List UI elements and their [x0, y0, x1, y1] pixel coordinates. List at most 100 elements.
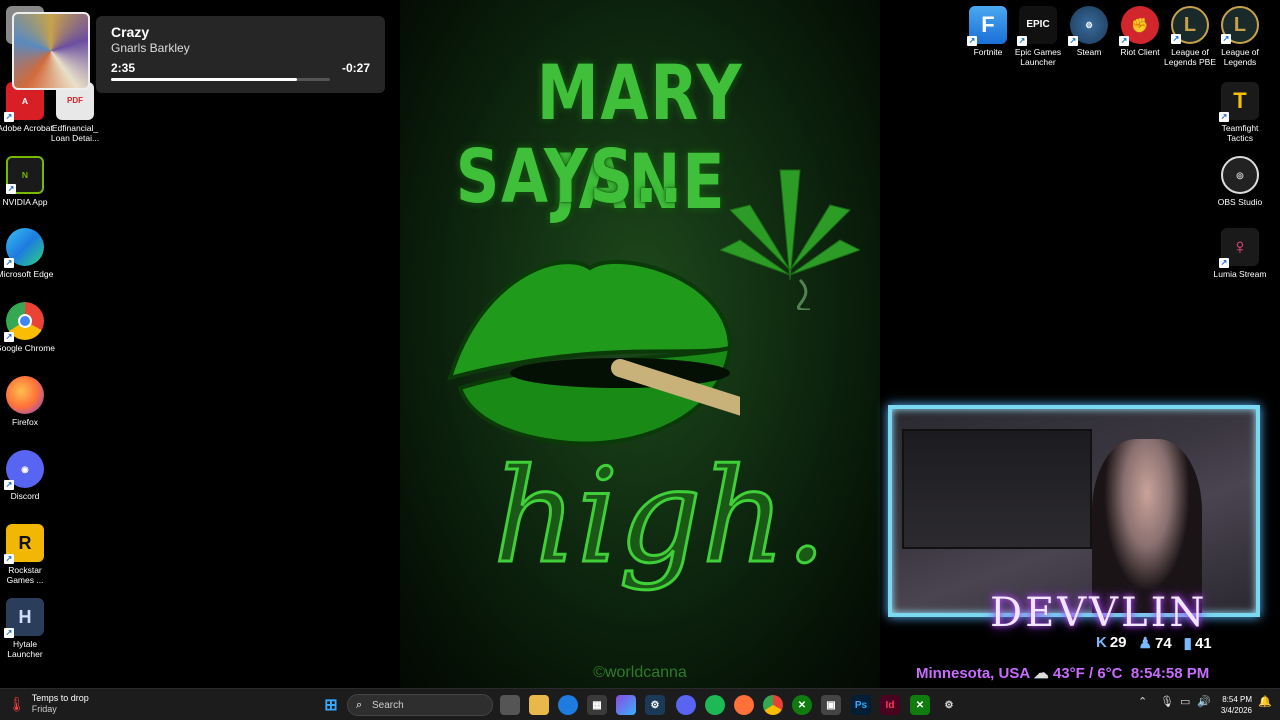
clock-time: 8:54 PM	[1222, 695, 1252, 704]
location-weather-line: Minnesota, USA ☁ 43°F / 6°C 8:54:58 PM	[916, 664, 1209, 682]
fortnite-icon: F ↗	[967, 6, 1007, 46]
wallpaper-script-text: high.	[492, 439, 829, 594]
progress-fill	[111, 78, 298, 81]
volume-icon[interactable]: 🔊	[1197, 695, 1211, 708]
chrome-icon: ↗	[4, 302, 44, 342]
user-icon: ♟	[1138, 635, 1152, 652]
start-button[interactable]: ⊞	[321, 695, 341, 715]
file-explorer-icon[interactable]	[529, 695, 549, 715]
epic-icon: EPIC ↗	[1017, 6, 1057, 46]
clock[interactable]: 8:54 PM 3/4/2026	[1216, 694, 1252, 716]
desktop-icon-label: Firefox	[12, 417, 38, 427]
photoshop-icon[interactable]: Ps	[851, 695, 871, 715]
xbox-app-icon[interactable]: ✕	[910, 695, 930, 715]
track-title: Crazy	[111, 24, 150, 40]
desktop-icon-label: Lumia Stream	[1213, 269, 1267, 279]
elapsed-time: 2:35	[111, 61, 136, 75]
album-art	[12, 12, 90, 90]
rockstar-icon: R ↗	[4, 524, 44, 564]
notification-bell-icon[interactable]: 🔔	[1258, 695, 1272, 708]
desktop-icon-label: Rockstar Games ...	[6, 565, 44, 585]
capture-icon[interactable]: ▣	[821, 695, 841, 715]
weather-day: Friday	[31, 704, 57, 714]
discord-taskbar-icon[interactable]	[676, 695, 696, 715]
desktop-icon-label: Teamfight Tactics	[1221, 123, 1259, 143]
desktop-icon-label: Google Chrome	[0, 343, 56, 353]
xbox-icon[interactable]: ✕	[792, 695, 812, 715]
cloud-icon: ☁	[1033, 665, 1053, 682]
task-view-icon[interactable]	[500, 695, 520, 715]
network-icon[interactable]: ▭	[1180, 695, 1190, 708]
store-icon[interactable]: ▦	[587, 695, 607, 715]
obs-icon: ◎	[1221, 156, 1259, 194]
edge-taskbar-icon[interactable]	[558, 695, 578, 715]
webcam-overlay	[888, 405, 1260, 617]
spotify-icon[interactable]	[705, 695, 725, 715]
track-artist: Gnarls Barkley	[111, 41, 190, 55]
desktop-icon-label: Discord	[10, 491, 40, 501]
steam-taskbar-icon[interactable]: ⚙	[645, 695, 665, 715]
desktop-icon-google-chrome[interactable]: ↗ Google Chrome	[0, 302, 55, 353]
desktop-icon-label: Edfinancial_ Loan Detai...	[50, 123, 100, 143]
steam-icon: ⚙ ↗	[1068, 6, 1108, 46]
desktop-wallpaper: MARY JANE SAYS.. high. ©worldcanna	[400, 0, 880, 688]
search-box[interactable]: ⌕ Search	[347, 694, 493, 716]
desktop-icon-microsoft-edge[interactable]: ↗ Microsoft Edge	[0, 228, 55, 279]
desktop-icon-firefox[interactable]: Firefox	[0, 376, 55, 427]
local-time: 8:54:58 PM	[1130, 665, 1210, 682]
chevron-up-icon[interactable]: ⌃	[1138, 695, 1147, 708]
desktop-icon-label: Microsoft Edge	[0, 269, 54, 279]
progress-bar[interactable]	[111, 78, 330, 81]
nvidia-icon: N ↗	[6, 156, 44, 194]
wallpaper-line2: SAYS..	[455, 134, 685, 220]
lumia-icon: ♀ ↗	[1219, 228, 1259, 268]
desktop-icon-obs-studio[interactable]: ◎ OBS Studio	[1210, 156, 1270, 207]
desktop-icon-hytale-launcher[interactable]: H ↗ Hytale Launcher	[0, 598, 55, 659]
stream-stats: K 29 ♟ 74 ▮ 41	[1096, 634, 1212, 654]
microphone-icon[interactable]: 🎙	[1160, 695, 1174, 708]
copilot-icon[interactable]	[616, 695, 636, 715]
tft-icon: T ↗	[1219, 82, 1259, 122]
desktop-icon-nvidia-app[interactable]: N ↗ NVIDIA App	[0, 156, 55, 207]
leaf-graphic	[720, 169, 860, 310]
search-placeholder: Search	[372, 700, 404, 711]
stat-bars: ▮ 41	[1183, 635, 1212, 652]
settings-gear-icon[interactable]: ⚙	[939, 695, 959, 715]
lips-graphic	[447, 259, 740, 446]
stat-followers: K 29	[1096, 634, 1127, 651]
weather-widget[interactable]: 🌡 Temps to drop Friday	[8, 693, 89, 715]
desktop-icon-label: Hytale Launcher	[7, 639, 43, 659]
chrome-taskbar-icon[interactable]	[763, 695, 783, 715]
discord-icon: ◉ ↗	[4, 450, 44, 490]
lol-pbe-icon: L ↗	[1171, 6, 1209, 44]
remaining-time: -0:27	[341, 61, 370, 75]
desktop-icon-label: League of Legends	[1221, 47, 1259, 67]
desktop-icon-edfinancial-pdf[interactable]: PDF Edfinancial_ Loan Detai...	[45, 82, 105, 143]
desktop-icon-label: NVIDIA App	[2, 197, 48, 207]
desktop-icon-teamfight-tactics[interactable]: T ↗ Teamfight Tactics	[1210, 82, 1270, 143]
lol-icon: L ↗	[1221, 6, 1259, 44]
indesign-icon[interactable]: Id	[880, 695, 900, 715]
riot-icon: ✊ ↗	[1119, 6, 1159, 46]
desktop-icon-league-of-legends[interactable]: L ↗ League of Legends	[1210, 6, 1270, 67]
kick-icon: K	[1096, 634, 1107, 651]
clock-date: 3/4/2026	[1220, 706, 1252, 715]
firefox-taskbar-icon[interactable]	[734, 695, 754, 715]
temperature: 43°F / 6°C	[1052, 665, 1123, 682]
location: Minnesota, USA	[916, 665, 1030, 682]
desktop-icon-rockstar-games[interactable]: R ↗ Rockstar Games ...	[0, 524, 55, 585]
taskbar: 🌡 Temps to drop Friday ⊞ ⌕ Search ▦ ⚙ ✕ …	[0, 688, 1280, 720]
desktop-icon-discord[interactable]: ◉ ↗ Discord	[0, 450, 55, 501]
wallpaper-credit: ©worldcanna	[593, 664, 687, 681]
hytale-icon: H ↗	[4, 598, 44, 638]
search-icon: ⌕	[356, 699, 363, 711]
desktop-icon-label: OBS Studio	[1217, 197, 1263, 207]
media-flyout[interactable]: Crazy Gnarls Barkley 2:35 -0:27	[96, 16, 385, 93]
bars-icon: ▮	[1183, 635, 1192, 652]
weather-title: Temps to drop	[31, 693, 89, 703]
firefox-icon	[6, 376, 44, 414]
desktop-icon-lumia-stream[interactable]: ♀ ↗ Lumia Stream	[1210, 228, 1270, 279]
thermometer-icon: 🌡	[8, 695, 26, 712]
edge-icon: ↗	[4, 228, 44, 268]
stat-viewers: ♟ 74	[1138, 635, 1172, 652]
